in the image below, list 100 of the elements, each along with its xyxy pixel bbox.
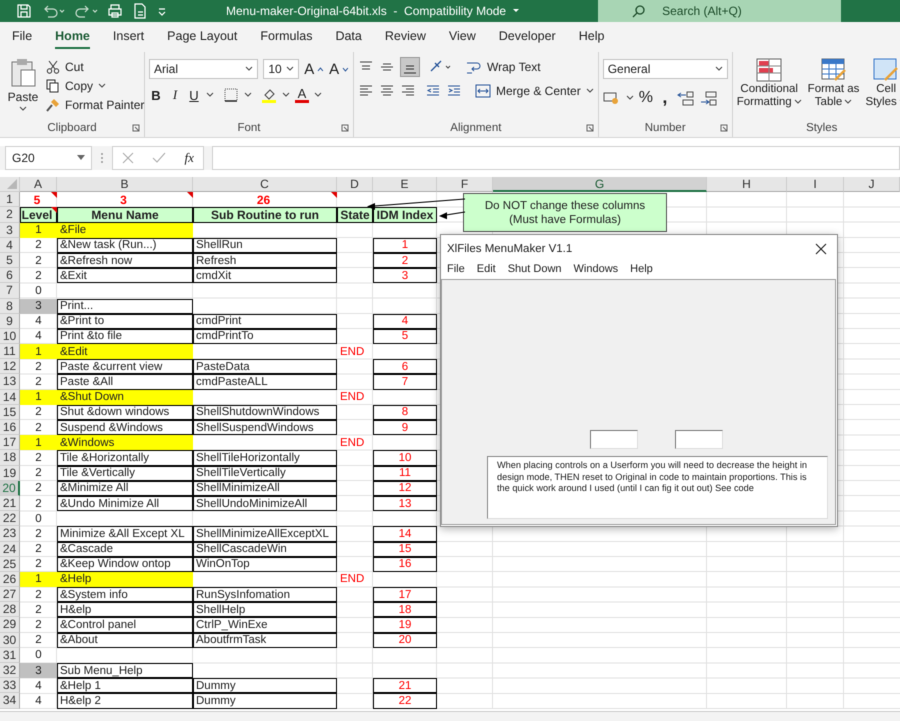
- formula-input[interactable]: [212, 146, 900, 170]
- row-header[interactable]: 14: [0, 390, 20, 405]
- name-box[interactable]: G20: [5, 146, 92, 170]
- italic-button[interactable]: I: [168, 87, 182, 103]
- check-icon[interactable]: [152, 152, 166, 164]
- ribbon-tab[interactable]: Data: [335, 25, 362, 49]
- ribbon-tab[interactable]: Insert: [112, 25, 144, 49]
- ribbon-tab[interactable]: Review: [384, 25, 426, 49]
- dialog-menu-item[interactable]: Windows: [574, 263, 618, 275]
- column-header[interactable]: J: [844, 177, 900, 192]
- font-color-button[interactable]: A: [295, 87, 309, 103]
- document-icon[interactable]: [132, 3, 148, 19]
- column-header[interactable]: B: [57, 177, 193, 192]
- row-header[interactable]: 30: [0, 632, 20, 648]
- paste-button[interactable]: Paste: [4, 56, 42, 122]
- row-header[interactable]: 19: [0, 466, 20, 481]
- increase-font-size-button[interactable]: A: [304, 60, 324, 78]
- column-header[interactable]: F: [437, 177, 493, 192]
- row-header[interactable]: 33: [0, 678, 20, 694]
- caret-icon[interactable]: [244, 92, 252, 98]
- row-header[interactable]: 15: [0, 404, 20, 420]
- borders-icon[interactable]: [223, 87, 239, 103]
- row-header[interactable]: 28: [0, 602, 20, 618]
- row-header[interactable]: 16: [0, 420, 20, 436]
- dialog-launcher-icon[interactable]: [341, 124, 349, 132]
- bold-button[interactable]: B: [149, 88, 163, 102]
- text-field[interactable]: [590, 430, 638, 449]
- row-header[interactable]: 8: [0, 298, 20, 314]
- format-painter-button[interactable]: Format Painter: [46, 98, 144, 112]
- row-header[interactable]: 29: [0, 617, 20, 633]
- row-header[interactable]: 4: [0, 238, 20, 253]
- row-header[interactable]: 10: [0, 328, 20, 344]
- column-header[interactable]: D: [337, 177, 373, 192]
- column-header[interactable]: G: [493, 177, 707, 192]
- row-header[interactable]: 20: [0, 480, 20, 496]
- ribbon-tab[interactable]: View: [448, 25, 476, 49]
- ribbon-tab[interactable]: File: [12, 25, 32, 49]
- row-header[interactable]: 13: [0, 374, 20, 390]
- row-header[interactable]: 7: [0, 283, 20, 298]
- caret-icon[interactable]: [282, 92, 290, 98]
- row-header[interactable]: 31: [0, 648, 20, 663]
- dialog-menu-item[interactable]: Edit: [476, 263, 496, 275]
- caret-icon[interactable]: [626, 94, 634, 100]
- column-header[interactable]: E: [373, 177, 437, 192]
- merge-center-button[interactable]: Merge & Center: [475, 83, 594, 99]
- row-header[interactable]: 11: [0, 344, 20, 360]
- column-header[interactable]: H: [707, 177, 787, 192]
- percent-style-button[interactable]: %: [638, 88, 653, 106]
- row-header[interactable]: 32: [0, 663, 20, 678]
- row-header[interactable]: 21: [0, 496, 20, 512]
- column-header[interactable]: I: [787, 177, 844, 192]
- caret-icon[interactable]: [512, 7, 520, 15]
- styles-button[interactable]: Format as Table: [808, 56, 860, 122]
- row-header[interactable]: 2: [0, 207, 20, 223]
- dialog-launcher-icon[interactable]: [586, 124, 594, 132]
- ribbon-tab[interactable]: Formulas: [260, 25, 312, 49]
- search-input[interactable]: Search (Alt+Q): [660, 3, 824, 19]
- search-field[interactable]: Search (Alt+Q): [598, 0, 842, 22]
- comma-style-button[interactable]: ,: [658, 87, 672, 108]
- increase-decimal-icon[interactable]: [676, 90, 695, 106]
- row-header[interactable]: 5: [0, 252, 20, 268]
- ribbon-tab[interactable]: Home: [55, 25, 90, 49]
- dialog-launcher-icon[interactable]: [720, 124, 728, 132]
- row-header[interactable]: 12: [0, 359, 20, 374]
- underline-button[interactable]: U: [187, 88, 201, 102]
- fill-color-icon[interactable]: [261, 87, 277, 103]
- row-header[interactable]: 27: [0, 587, 20, 602]
- ribbon-tab[interactable]: Developer: [498, 25, 556, 49]
- save-icon[interactable]: [16, 3, 32, 19]
- dialog-menu-item[interactable]: File: [447, 263, 465, 275]
- redo-icon[interactable]: [74, 3, 98, 19]
- dialog-menu-item[interactable]: Help: [630, 263, 653, 275]
- ribbon-tab[interactable]: Page Layout: [167, 25, 238, 49]
- close-icon[interactable]: [815, 242, 827, 254]
- copy-button[interactable]: Copy: [46, 79, 144, 93]
- row-header[interactable]: 3: [0, 222, 20, 238]
- note-text-field[interactable]: When placing controls on a Userform you will need to decrease the height in design mode, THEN reset to Original in code to maintain proportions. This is the quick work around I used (until I can fig it out out) See code: [487, 456, 828, 519]
- row-header[interactable]: 6: [0, 268, 20, 284]
- row-header[interactable]: 23: [0, 526, 20, 542]
- dialog-menu-item[interactable]: Shut Down: [508, 263, 562, 275]
- decrease-decimal-icon[interactable]: [700, 90, 718, 106]
- ribbon-tab[interactable]: Help: [578, 25, 604, 49]
- row-header[interactable]: 17: [0, 435, 20, 450]
- row-header[interactable]: 18: [0, 450, 20, 466]
- insert-function-button[interactable]: fx: [184, 150, 194, 166]
- row-header[interactable]: 26: [0, 572, 20, 588]
- printer-icon[interactable]: [107, 3, 123, 19]
- align-bottom-icon[interactable]: [400, 57, 420, 77]
- text-field[interactable]: [674, 430, 722, 449]
- row-header[interactable]: 9: [0, 314, 20, 329]
- cut-button[interactable]: Cut: [46, 60, 144, 74]
- column-header[interactable]: C: [193, 177, 337, 192]
- caret-icon[interactable]: [206, 92, 214, 98]
- row-header[interactable]: 22: [0, 511, 20, 526]
- column-header[interactable]: A: [20, 177, 57, 192]
- styles-button[interactable]: Cell Styles: [865, 56, 900, 122]
- styles-button[interactable]: Conditional Formatting: [736, 56, 802, 122]
- number-format-dropdown[interactable]: General: [602, 59, 728, 79]
- decrease-font-size-button[interactable]: A: [329, 60, 349, 78]
- row-header[interactable]: 34: [0, 693, 20, 709]
